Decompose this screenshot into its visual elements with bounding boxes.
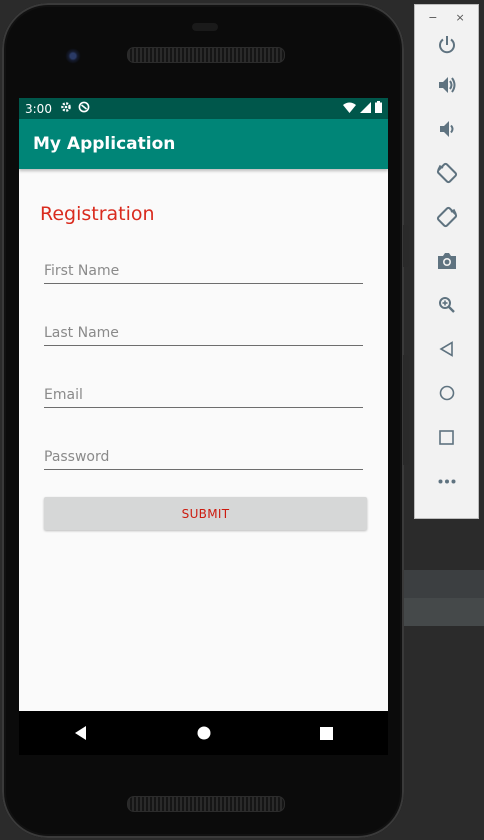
ide-panel-strip-2 xyxy=(404,598,484,626)
settings-gear-icon xyxy=(60,101,72,116)
device-screen: 3:00 My Application Registration First N… xyxy=(19,98,388,711)
password-field-wrapper xyxy=(44,441,363,497)
camera-icon xyxy=(437,252,457,270)
volume-up-icon xyxy=(437,75,457,95)
more-icon xyxy=(438,479,456,484)
nav-back-icon[interactable] xyxy=(74,726,88,740)
zoom-button[interactable] xyxy=(415,283,478,327)
rotate-left-icon xyxy=(436,162,458,184)
submit-button[interactable]: SUBMIT xyxy=(44,497,367,530)
sync-icon xyxy=(78,101,90,116)
first-name-input[interactable] xyxy=(44,255,363,284)
volume-up-button[interactable] xyxy=(415,63,478,107)
first-name-field-wrapper xyxy=(44,255,363,317)
registration-form: Registration SUBMIT xyxy=(19,203,388,530)
minimize-button[interactable]: − xyxy=(428,11,437,27)
home-icon xyxy=(439,385,455,401)
password-input[interactable] xyxy=(44,441,363,470)
app-title: My Application xyxy=(33,134,176,154)
overview-button[interactable] xyxy=(415,415,478,459)
status-bar: 3:00 xyxy=(19,98,388,119)
rotate-right-button[interactable] xyxy=(415,195,478,239)
zoom-icon xyxy=(438,296,456,314)
battery-icon xyxy=(375,101,382,116)
wifi-icon xyxy=(343,102,356,116)
rotate-left-button[interactable] xyxy=(415,151,478,195)
power-button[interactable] xyxy=(415,27,478,63)
device-side-button-lower[interactable] xyxy=(403,355,409,465)
close-button[interactable]: × xyxy=(456,11,465,27)
screenshot-button[interactable] xyxy=(415,239,478,283)
email-input[interactable] xyxy=(44,379,363,408)
nav-overview-icon[interactable] xyxy=(320,726,334,740)
app-bar: My Application xyxy=(19,119,388,169)
home-button[interactable] xyxy=(415,371,478,415)
rotate-right-icon xyxy=(436,206,458,228)
android-nav-bar xyxy=(19,711,388,755)
overview-icon xyxy=(439,429,454,445)
volume-down-button[interactable] xyxy=(415,107,478,151)
page-title: Registration xyxy=(40,203,155,225)
last-name-field-wrapper xyxy=(44,317,363,379)
nav-home-icon[interactable] xyxy=(197,726,211,740)
email-field-wrapper xyxy=(44,379,363,441)
back-button[interactable] xyxy=(415,327,478,371)
bottom-speaker xyxy=(127,796,285,812)
toolbar-window-controls: − × xyxy=(415,11,478,27)
front-camera-icon xyxy=(65,48,81,64)
last-name-input[interactable] xyxy=(44,317,363,346)
device-side-button-upper[interactable] xyxy=(403,225,409,267)
top-sensor xyxy=(192,23,218,31)
power-icon xyxy=(437,35,457,55)
back-icon xyxy=(438,341,455,357)
ide-panel-strip xyxy=(404,570,484,598)
emulator-toolbar: − × xyxy=(414,4,479,519)
more-button[interactable] xyxy=(415,459,478,503)
signal-icon xyxy=(360,101,371,116)
status-time: 3:00 xyxy=(25,101,52,116)
earpiece-speaker xyxy=(127,47,285,63)
volume-down-icon xyxy=(438,120,456,138)
